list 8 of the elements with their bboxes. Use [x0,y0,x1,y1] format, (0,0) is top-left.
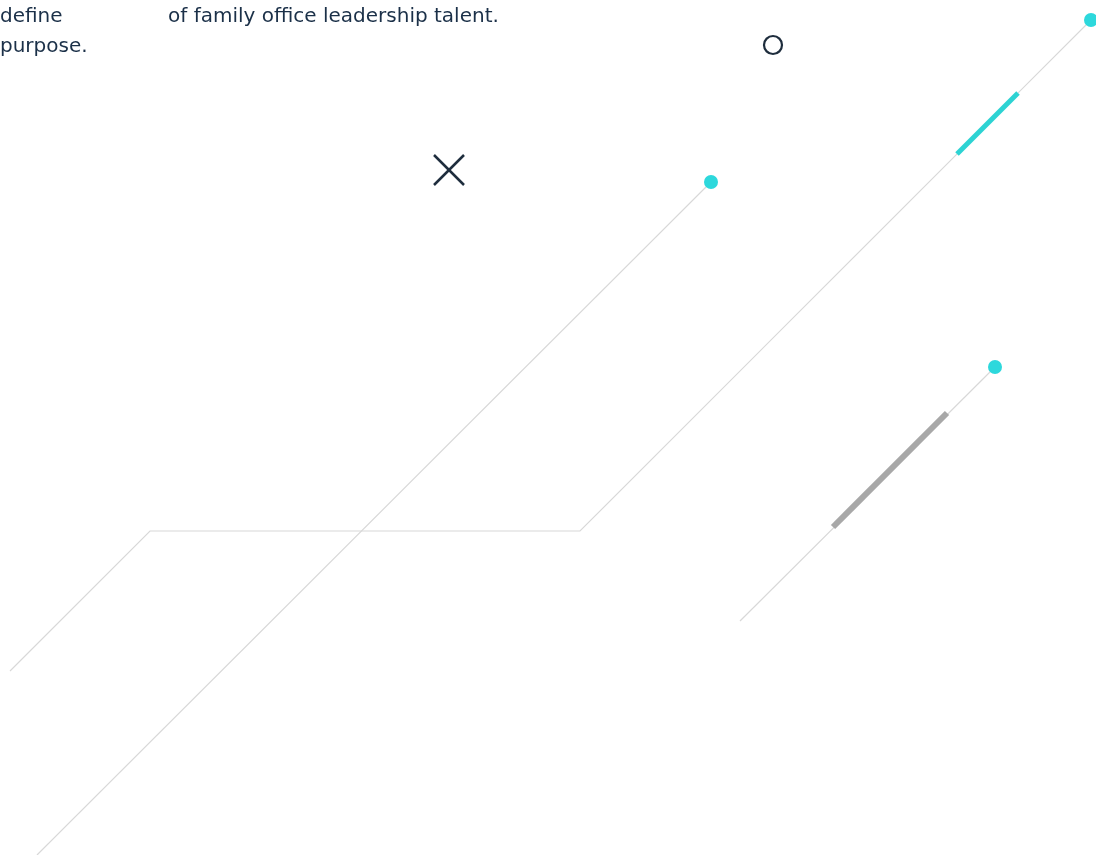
cross-icon [433,154,465,186]
accent-stroke [955,91,1020,156]
text-line: define [0,2,63,29]
text-line: of family office leadership talent. [168,2,499,29]
dot-icon [704,175,718,189]
dot-icon [988,360,1002,374]
ring-icon [762,34,784,56]
text-line: purpose. [0,32,88,59]
